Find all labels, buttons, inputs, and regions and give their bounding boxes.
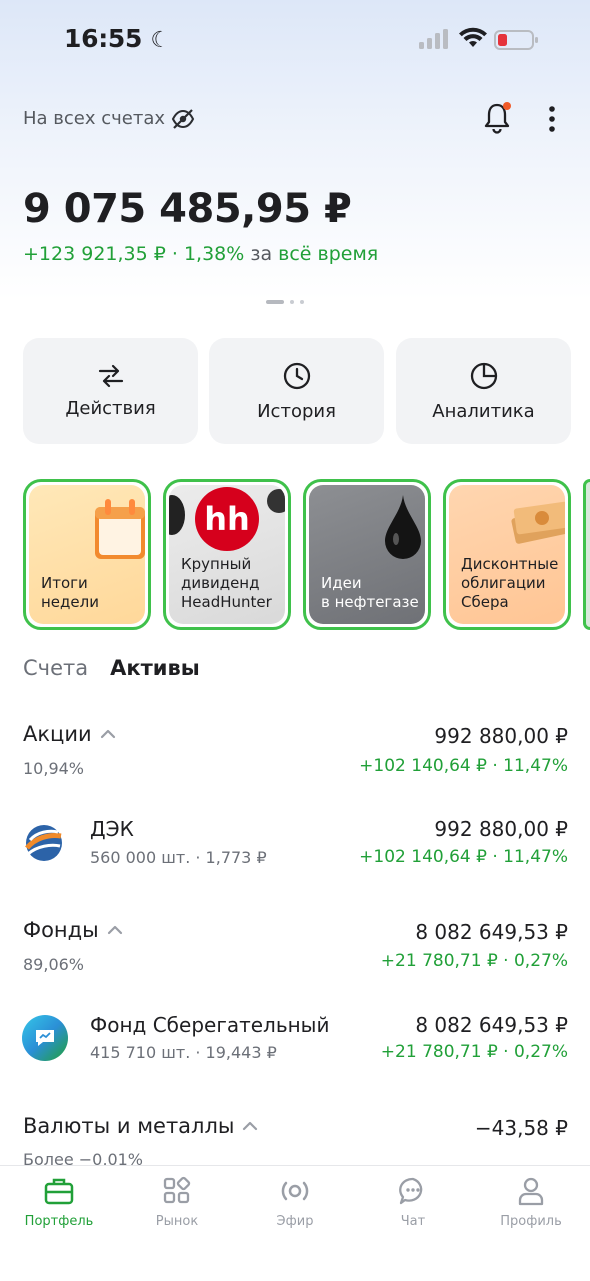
story-line: HeadHunter (181, 593, 272, 611)
tab-accounts[interactable]: Счета (23, 656, 88, 680)
money-stack-icon (511, 501, 565, 544)
wifi-icon (459, 27, 487, 47)
period-selector[interactable]: всё время (278, 243, 378, 265)
portfolio-tabs: Счета Активы (23, 656, 200, 680)
stocks-group-header[interactable]: Акции (23, 722, 116, 746)
stocks-title: Акции (23, 722, 92, 746)
chat-icon (399, 1177, 423, 1205)
currencies-title: Валюты и металлы (23, 1114, 235, 1138)
page-dot-active (266, 300, 284, 304)
actions-button[interactable]: Действия (23, 338, 198, 444)
more-options-icon[interactable] (540, 104, 564, 134)
asset-name: ДЭК (90, 817, 134, 841)
nav-chat[interactable]: Чат (358, 1176, 468, 1229)
currencies-amount: −43,58 ₽ (474, 1116, 568, 1140)
funds-amount: 8 082 649,53 ₽ (415, 920, 568, 944)
portfolio-change-value: +123 921,35 ₽ · 1,38% (23, 243, 245, 265)
asset-gain: +21 780,71 ₽ · 0,27% (380, 1042, 568, 1062)
history-button[interactable]: История (209, 338, 384, 444)
story-line: Сбера (461, 593, 509, 611)
period-prefix: за (250, 243, 273, 265)
fund-logo-icon (22, 1015, 68, 1061)
black-sphere-decor (267, 489, 285, 513)
story-line: Дисконтные (461, 555, 559, 573)
eye-off-icon[interactable] (171, 108, 195, 129)
calendar-icon (95, 499, 145, 559)
briefcase-icon (44, 1178, 74, 1205)
stocks-amount: 992 880,00 ₽ (434, 724, 568, 748)
moon-icon: ☾ (150, 28, 170, 53)
story-line: Итоги (41, 574, 88, 592)
clock-icon (283, 362, 310, 389)
asset-gain: +102 140,64 ₽ · 11,47% (359, 847, 568, 867)
portfolio-balance: 9 075 485,95 ₽ (23, 186, 352, 232)
story-line: Идеи (321, 574, 362, 592)
story-line: недели (41, 593, 99, 611)
status-time: 16:55 ☾ (64, 24, 170, 53)
story-weekly-results[interactable]: Итоги недели (23, 479, 151, 630)
analytics-label: Аналитика (432, 400, 535, 422)
dek-logo-icon (25, 825, 62, 861)
story-line: дивиденд (181, 574, 260, 592)
story-discount-bonds[interactable]: Дисконтные облигации Сбера (443, 479, 571, 630)
headhunter-logo-text: hh (204, 500, 250, 538)
arrows-swap-icon (98, 364, 123, 387)
history-label: История (257, 400, 336, 422)
cellular-signal-icon (419, 29, 448, 49)
chat-bubble-icon (36, 1030, 54, 1046)
status-time-text: 16:55 (64, 24, 143, 53)
nav-broadcast[interactable]: Эфир (240, 1176, 350, 1229)
actions-label: Действия (65, 397, 156, 419)
funds-gain: +21 780,71 ₽ · 0,27% (380, 951, 568, 971)
story-oil-gas-ideas[interactable]: Идеи в нефтегазе (303, 479, 431, 630)
chevron-up-icon[interactable] (242, 1120, 258, 1132)
nav-profile[interactable]: Профиль (476, 1176, 586, 1229)
battery-icon (494, 30, 538, 50)
black-sphere-decor (169, 495, 185, 535)
asset-details: 415 710 шт. · 19,443 ₽ (90, 1043, 277, 1062)
asset-name: Фонд Сберегательный (90, 1013, 330, 1037)
nav-portfolio[interactable]: Портфель (4, 1176, 114, 1229)
funds-title: Фонды (23, 918, 99, 942)
nav-market[interactable]: Рынок (122, 1176, 232, 1229)
headhunter-logo: hh (195, 487, 259, 551)
chevron-up-icon[interactable] (100, 728, 116, 740)
page-indicator (266, 299, 304, 305)
funds-group-header[interactable]: Фонды (23, 918, 123, 942)
story-next-partial[interactable] (583, 479, 590, 630)
nav-label: Рынок (155, 1214, 199, 1229)
asset-row-fund-savings[interactable]: Фонд Сберегательный 415 710 шт. · 19,443… (0, 1000, 590, 1080)
page-dot (290, 300, 294, 304)
story-line: облигации (461, 574, 546, 592)
accounts-label: На всех счетах (23, 108, 166, 129)
asset-amount: 992 880,00 ₽ (434, 817, 568, 841)
story-line: в нефтегазе (321, 593, 419, 611)
profile-icon (518, 1177, 544, 1206)
nav-label: Портфель (24, 1214, 94, 1229)
story-line: Крупный (181, 555, 252, 573)
analytics-button[interactable]: Аналитика (396, 338, 571, 444)
notification-bell-icon[interactable] (481, 101, 513, 135)
tab-assets[interactable]: Активы (110, 656, 200, 680)
pie-chart-icon (470, 362, 497, 389)
funds-share: 89,06% (23, 955, 85, 974)
asset-row-dek[interactable]: ДЭК 560 000 шт. · 1,773 ₽ 992 880,00 ₽ +… (0, 805, 590, 885)
grid-icon (163, 1176, 191, 1204)
chevron-up-icon[interactable] (107, 924, 123, 936)
nav-label: Профиль (500, 1214, 562, 1229)
story-headhunter-dividend[interactable]: hh Крупный дивиденд HeadHunter (163, 479, 291, 630)
asset-details: 560 000 шт. · 1,773 ₽ (90, 848, 267, 867)
currencies-group-header[interactable]: Валюты и металлы (23, 1114, 258, 1138)
stocks-share: 10,94% (23, 759, 85, 778)
nav-label: Чат (400, 1214, 426, 1229)
page-dot (300, 300, 304, 304)
oil-drop-icon (385, 495, 421, 559)
broadcast-icon (281, 1181, 309, 1201)
stocks-gain: +102 140,64 ₽ · 11,47% (359, 756, 568, 776)
nav-label: Эфир (276, 1214, 314, 1229)
asset-amount: 8 082 649,53 ₽ (415, 1013, 568, 1037)
portfolio-change[interactable]: +123 921,35 ₽ · 1,38% за всё время (23, 243, 378, 265)
accounts-selector[interactable]: На всех счетах (23, 108, 195, 129)
